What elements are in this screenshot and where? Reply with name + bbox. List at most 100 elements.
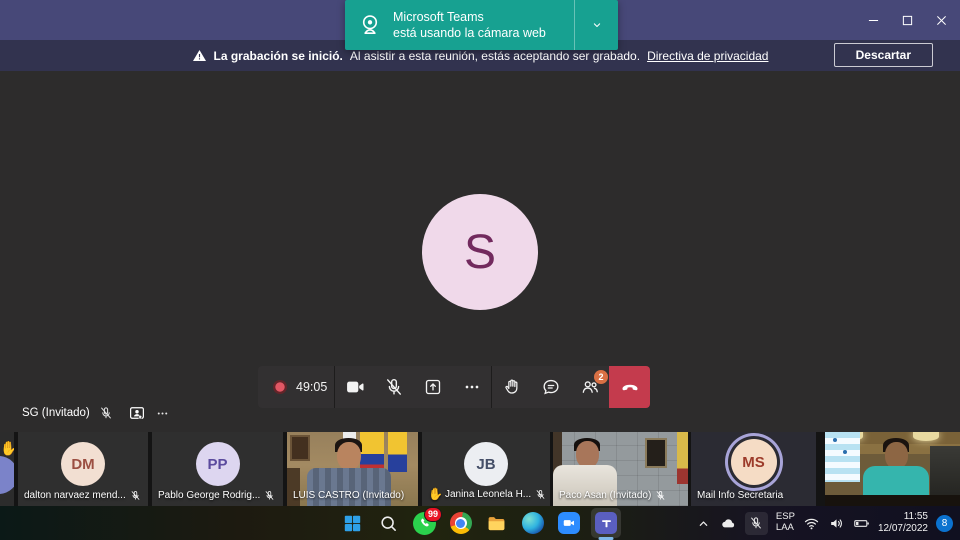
participant-tile-partial[interactable]: ✋: [0, 432, 14, 506]
chevron-down-icon: [590, 18, 604, 32]
participant-tile-video[interactable]: [825, 432, 960, 506]
mic-off-icon: [749, 516, 763, 530]
mic-button[interactable]: [374, 366, 413, 408]
raise-hand-button[interactable]: [492, 366, 531, 408]
warning-icon: [192, 48, 207, 63]
teams-meeting-window: La grabación se inició. Al asistir a est…: [0, 0, 960, 540]
whatsapp-button[interactable]: 99: [411, 510, 438, 537]
raised-hand-emoji: ✋: [428, 487, 443, 501]
chevron-up-icon[interactable]: [695, 515, 712, 532]
mic-off-icon: [384, 377, 404, 397]
camera-toast[interactable]: Microsoft Teams está usando la cámara we…: [345, 0, 618, 50]
mic-off-icon: [264, 490, 275, 501]
zoom-camera-icon: [558, 512, 580, 534]
tray-time: 11:55: [878, 511, 928, 524]
hangup-icon: [619, 376, 641, 398]
more-actions-button[interactable]: [452, 366, 491, 408]
windows-taskbar: 99 ESP LAA: [0, 506, 960, 540]
participant-name: LUIS CASTRO (Invitado): [293, 490, 404, 501]
avatar: MS: [731, 439, 777, 485]
onedrive-cloud-icon[interactable]: [720, 515, 737, 532]
people-button[interactable]: 2: [570, 366, 609, 408]
toast-expand-button[interactable]: [574, 0, 618, 50]
banner-text: Al asistir a esta reunión, estás aceptan…: [350, 49, 640, 63]
mic-off-icon: [535, 489, 546, 500]
chat-button[interactable]: [531, 366, 570, 408]
mic-off-icon: [655, 490, 666, 501]
folder-icon: [486, 513, 507, 534]
pinned-participant-name: SG (Invitado): [22, 407, 90, 419]
tray-date: 12/07/2022: [878, 523, 928, 536]
participant-tile-paco-video[interactable]: Paco Asan (Invitado): [553, 432, 688, 506]
language-indicator[interactable]: ESP LAA: [776, 512, 795, 534]
avatar: [0, 456, 14, 494]
raised-hand-emoji: ✋: [0, 440, 14, 457]
share-button[interactable]: [413, 366, 452, 408]
tray-mic-status[interactable]: [745, 512, 768, 535]
maximize-button[interactable]: [890, 0, 924, 40]
participant-tile-pablo[interactable]: PP Pablo George Rodrig...: [152, 432, 283, 506]
toast-message: está usando la cámara web: [393, 25, 546, 41]
pin-person-icon[interactable]: [128, 404, 146, 422]
people-count-badge: 2: [594, 370, 608, 384]
camera-button[interactable]: [335, 366, 374, 408]
participant-name: Mail Info Secretaria: [697, 490, 783, 501]
recording-indicator: 49:05: [258, 380, 334, 394]
participant-filmstrip: ✋ DM dalton narvaez mend... PP Pablo Geo…: [0, 432, 960, 506]
edge-icon: [522, 512, 544, 534]
avatar: DM: [61, 442, 105, 486]
camera-toast-text: Microsoft Teams está usando la cámara we…: [393, 9, 546, 42]
start-button[interactable]: [339, 510, 366, 537]
file-explorer-button[interactable]: [483, 510, 510, 537]
more-options-icon: [462, 377, 482, 397]
dismiss-button[interactable]: Descartar: [834, 43, 933, 67]
window-controls: [856, 0, 958, 40]
minimize-button[interactable]: [856, 0, 890, 40]
clock[interactable]: 11:55 12/07/2022: [878, 511, 928, 536]
avatar: PP: [196, 442, 240, 486]
windows-logo-icon: [342, 513, 363, 534]
camera-toast-body: Microsoft Teams está usando la cámara we…: [345, 0, 574, 50]
taskbar-app-icons: 99: [339, 506, 621, 540]
banner-bold-text: La grabación se inició.: [214, 49, 343, 63]
participant-tile-luis-video[interactable]: LUIS CASTRO (Invitado): [287, 432, 418, 506]
teams-app-button[interactable]: [591, 508, 621, 538]
share-icon: [423, 377, 443, 397]
search-button[interactable]: [375, 510, 402, 537]
privacy-policy-link[interactable]: Directiva de privacidad: [647, 49, 768, 63]
teams-icon: [595, 512, 617, 534]
toast-app-name: Microsoft Teams: [393, 9, 546, 25]
wifi-icon[interactable]: [803, 515, 820, 532]
zoom-app-button[interactable]: [555, 510, 582, 537]
chrome-button[interactable]: [447, 510, 474, 537]
close-button[interactable]: [924, 0, 958, 40]
meeting-stage: S SG (Invitado) 49:05 2: [0, 71, 960, 432]
mic-off-icon: [99, 406, 113, 420]
call-control-bar: 49:05 2: [258, 366, 648, 408]
participant-tile-mail-info[interactable]: MS Mail Info Secretaria: [691, 432, 816, 506]
notification-count-badge[interactable]: 8: [936, 515, 953, 532]
volume-icon[interactable]: [828, 515, 845, 532]
pinned-participant-row: SG (Invitado): [22, 404, 170, 422]
participant-tile-dalton[interactable]: DM dalton narvaez mend...: [18, 432, 148, 506]
record-dot-icon: [273, 380, 287, 394]
participant-name: dalton narvaez mend...: [24, 490, 126, 501]
search-icon: [378, 513, 399, 534]
mic-off-icon: [130, 490, 141, 501]
participant-name: Pablo George Rodrig...: [158, 490, 260, 501]
avatar: JB: [464, 442, 508, 486]
participant-name: Janina Leonela H...: [445, 489, 531, 500]
edge-button[interactable]: [519, 510, 546, 537]
hangup-button[interactable]: [609, 366, 650, 408]
battery-icon[interactable]: [853, 515, 870, 532]
participant-tile-janina[interactable]: JB ✋ Janina Leonela H...: [422, 432, 550, 506]
main-participant-avatar: S: [422, 194, 538, 310]
chrome-icon: [450, 512, 472, 534]
raise-hand-icon: [502, 377, 522, 397]
call-timer: 49:05: [296, 380, 327, 394]
webcam-icon: [357, 12, 383, 38]
system-tray: ESP LAA 11:55 12/07/2022 8: [695, 506, 953, 540]
participant-name: Paco Asan (Invitado): [559, 490, 651, 501]
more-options-icon[interactable]: [155, 406, 170, 421]
chat-icon: [541, 377, 561, 397]
